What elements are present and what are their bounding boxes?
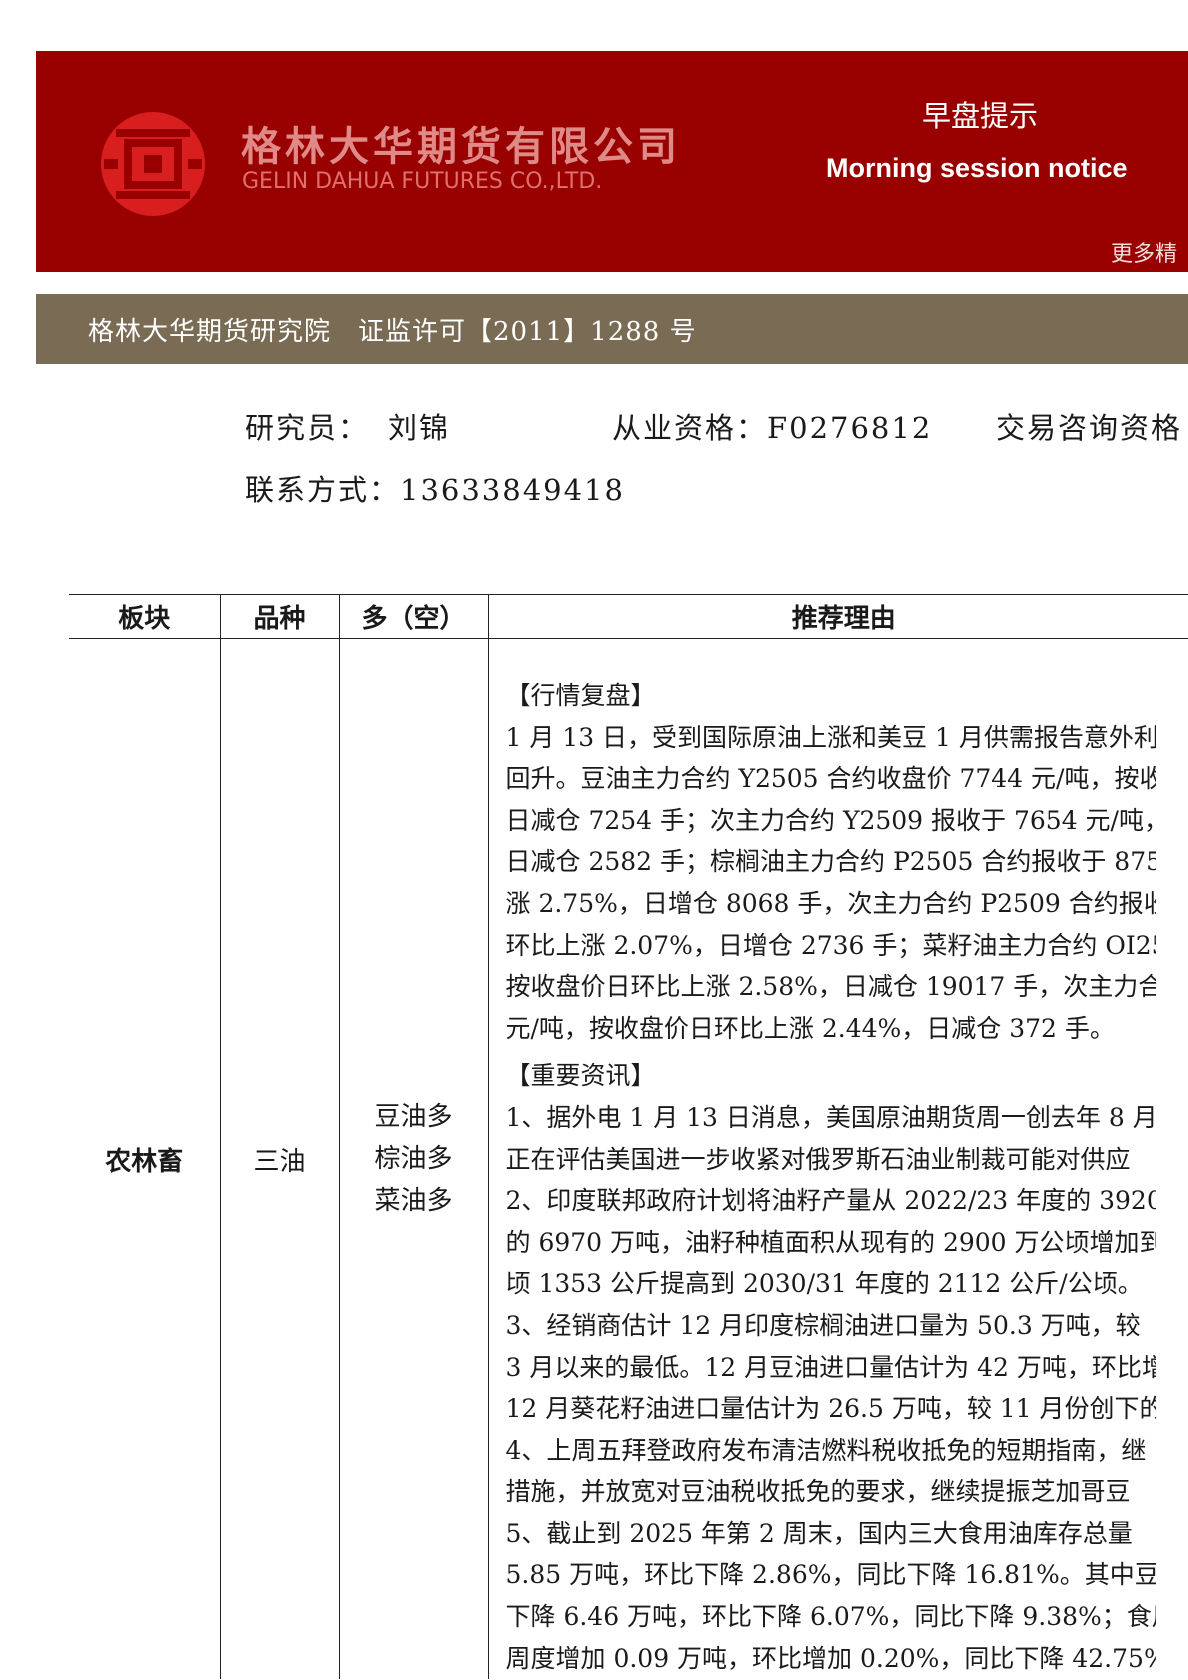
company-name-cn: 格林大华期货有限公司: [241, 124, 681, 170]
institute-bar: 格林大华期货研究院 证监许可【2011】1288 号: [36, 294, 1188, 364]
reason-line: 措施，并放宽对豆油税收抵免的要求，继续提振芝加哥豆: [505, 1477, 1131, 1507]
researcher-name: 刘锦: [388, 411, 451, 445]
reason-line: 5、截止到 2025 年第 2 周末，国内三大食用油库存总量: [505, 1518, 1133, 1548]
reason-line: 周度增加 0.09 万吨，环比增加 0.20%，同比下降 42.75%: [505, 1643, 1156, 1673]
researcher-contact: 联系方式：13633849418: [245, 473, 625, 507]
notice-title-en: Morning session notice: [826, 153, 1128, 183]
sector-cell: 农林畜: [105, 1146, 184, 1177]
header-direction: 多（空）: [338, 594, 488, 639]
reason-line: 3、经销商估计 12 月印度棕榈油进口量为 50.3 万吨，较: [505, 1310, 1141, 1340]
table-header-row: 板块 品种 多（空） 推荐理由: [69, 594, 1188, 639]
direction-item: 豆油多: [374, 1102, 453, 1133]
reason-line: 4、上周五拜登政府发布清洁燃料税收抵免的短期指南，继: [505, 1435, 1147, 1465]
header-banner: 格林大华期货有限公司 GELIN DAHUA FUTURES CO.,LTD. …: [36, 51, 1188, 272]
section-heading-review: 【行情复盘】: [505, 681, 656, 710]
table-row: 农林畜 三油 豆油多 棕油多 菜油多 【行情复盘】 1 月 13 日，受到国际原…: [69, 638, 1188, 1680]
reason-line: 2、印度联邦政府计划将油籽产量从 2022/23 年度的 3920: [505, 1186, 1156, 1216]
gelin-dahua-logo-icon: [101, 112, 205, 216]
reason-line: 12 月葵花籽油进口量估计为 26.5 万吨，较 11 月份创下的: [505, 1394, 1156, 1424]
reason-line: 日减仓 2582 手；棕榈油主力合约 P2505 合约报收于 8758: [505, 847, 1156, 877]
reason-line: 元/吨，按收盘价日环比上涨 2.44%，日减仓 372 手。: [505, 1013, 1115, 1043]
reason-line: 3 月以来的最低。12 月豆油进口量估计为 42 万吨，环比增: [505, 1352, 1156, 1382]
reason-line: 正在评估美国进一步收紧对俄罗斯石油业制裁可能对供应: [505, 1144, 1131, 1174]
reason-line: 的 6970 万吨，油籽种植面积从现有的 2900 万公顷增加到: [505, 1227, 1156, 1257]
reason-line: 按收盘价日环比上涨 2.58%，日减仓 19017 手，次主力合约: [505, 972, 1156, 1002]
reason-line: 1、据外电 1 月 13 日消息，美国原油期货周一创去年 8 月: [505, 1102, 1156, 1132]
company-name-en: GELIN DAHUA FUTURES CO.,LTD.: [242, 169, 603, 194]
header-sector: 板块: [69, 594, 220, 639]
variety-cell: 三油: [219, 638, 339, 1680]
more-link[interactable]: 更多精: [1111, 236, 1177, 268]
researcher-consult-qualification: 交易咨询资格: [996, 411, 1183, 445]
reason-line: 1 月 13 日，受到国际原油上涨和美豆 1 月供需报告意外利: [505, 722, 1156, 752]
researcher-label: 研究员：: [245, 411, 370, 445]
recommendation-table: 板块 品种 多（空） 推荐理由 农林畜 三油 豆油多 棕油多 菜油多 【行情复盘…: [69, 594, 1188, 1680]
reason-text: 【行情复盘】 1 月 13 日，受到国际原油上涨和美豆 1 月供需报告意外利 回…: [489, 639, 1156, 1679]
notice-title-cn: 早盘提示: [922, 99, 1039, 133]
reason-line: 5.85 万吨，环比下降 2.86%，同比下降 16.81%。其中豆油: [505, 1560, 1156, 1590]
reason-line: 环比上涨 2.07%，日增仓 2736 手；菜籽油主力合约 OI250: [505, 930, 1156, 960]
direction-item: 菜油多: [374, 1186, 453, 1217]
institute-license: 格林大华期货研究院 证监许可【2011】1288 号: [88, 317, 697, 347]
researcher-qualification: 从业资格：F0276812: [612, 411, 933, 445]
reason-line: 顷 1353 公斤提高到 2030/31 年度的 2112 公斤/公顷。: [505, 1269, 1143, 1299]
direction-item: 棕油多: [374, 1144, 453, 1175]
section-heading-news: 【重要资讯】: [505, 1061, 656, 1091]
reason-line: 下降 6.46 万吨，环比下降 6.07%，同比下降 9.38%；食用: [505, 1602, 1156, 1632]
reason-cell: 【行情复盘】 1 月 13 日，受到国际原油上涨和美豆 1 月供需报告意外利 回…: [487, 638, 1188, 1680]
reason-line: 回升。豆油主力合约 Y2505 合约收盘价 7744 元/吨，按收: [505, 764, 1156, 794]
reason-line: 涨 2.75%，日增仓 8068 手，次主力合约 P2509 合约报收于: [505, 888, 1156, 918]
reason-line: 日减仓 7254 手；次主力合约 Y2509 报收于 7654 元/吨，按: [505, 805, 1156, 835]
header-variety: 品种: [219, 594, 339, 639]
direction-cell: 豆油多 棕油多 菜油多: [338, 638, 488, 1680]
header-reason: 推荐理由: [487, 594, 1188, 639]
